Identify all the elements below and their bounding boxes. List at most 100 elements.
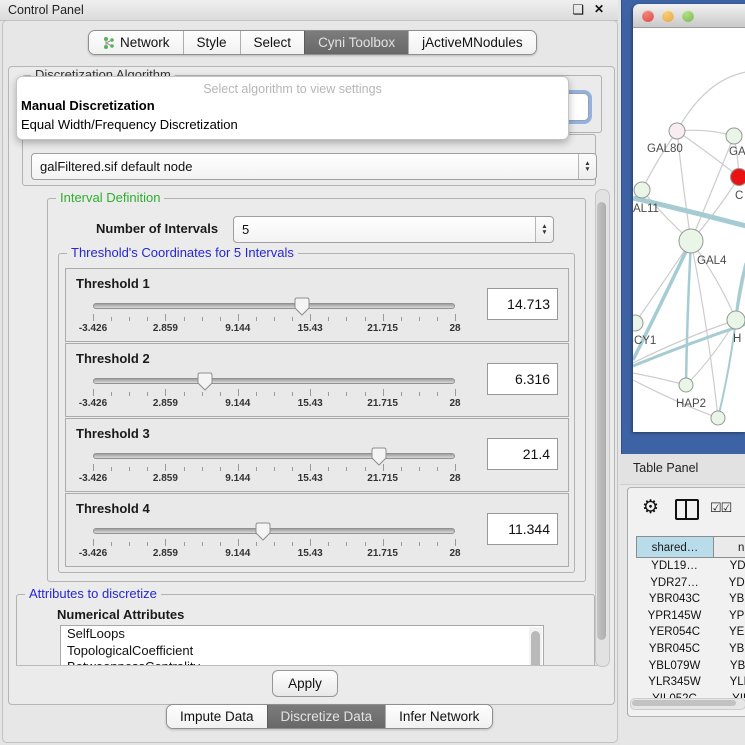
algorithm-combo-placeholder: Select algorithm to view settings bbox=[17, 82, 568, 96]
tab-select[interactable]: Select bbox=[240, 31, 305, 54]
tab-jactivemnodules[interactable]: jActiveMNodules bbox=[408, 31, 536, 54]
table-row[interactable]: YDR27…YDR2 bbox=[636, 575, 745, 592]
combo-stepper-icon[interactable]: ▲▼ bbox=[535, 217, 553, 242]
network-edge[interactable] bbox=[686, 241, 691, 385]
table-panel-toolbar: ⚙ ☑☑ bbox=[628, 488, 745, 532]
zoom-traffic-light-icon[interactable] bbox=[682, 10, 694, 22]
panel-scrollbar[interactable] bbox=[595, 189, 610, 667]
minimize-traffic-light-icon[interactable] bbox=[662, 10, 674, 22]
float-window-icon[interactable]: ❑ bbox=[572, 2, 584, 18]
table-row[interactable]: YBR045CYBR0 bbox=[636, 641, 745, 658]
close-window-icon[interactable]: ✕ bbox=[594, 2, 604, 16]
network-node[interactable] bbox=[711, 411, 725, 425]
network-edge[interactable] bbox=[691, 136, 734, 241]
network-view-window: GAL80GACGAL11GAL4GCY1HHAP2 bbox=[633, 4, 745, 432]
tab-discretize-data[interactable]: Discretize Data bbox=[267, 705, 386, 728]
network-window-titlebar bbox=[633, 4, 745, 28]
table-row[interactable]: YDL19…YDL1 bbox=[636, 558, 745, 575]
threshold-3-panel: Threshold 3 -3.4262.8599.14415.4321.7152… bbox=[65, 418, 569, 492]
network-node[interactable] bbox=[679, 378, 693, 392]
network-node[interactable] bbox=[633, 315, 643, 331]
list-scrollbar-thumb[interactable] bbox=[531, 631, 540, 666]
tab-infer-network[interactable]: Infer Network bbox=[385, 705, 492, 728]
network-icon bbox=[102, 36, 115, 50]
network-edge[interactable] bbox=[677, 72, 745, 131]
interval-definition-title: Interval Definition bbox=[56, 190, 164, 205]
slider-track[interactable] bbox=[93, 528, 455, 534]
network-node-label: C bbox=[735, 190, 743, 202]
algorithm-dropdown-popup: Select algorithm to view settings Manual… bbox=[16, 76, 569, 140]
table-row[interactable]: YBR043CYBR0 bbox=[636, 591, 745, 608]
network-node[interactable] bbox=[634, 182, 650, 198]
threshold-3-value-field[interactable] bbox=[487, 438, 558, 470]
network-edge[interactable] bbox=[691, 241, 736, 320]
close-traffic-light-icon[interactable] bbox=[642, 10, 654, 22]
settings-scroll-area: Interval Definition Number of Intervals … bbox=[16, 189, 598, 666]
slider-track[interactable] bbox=[93, 303, 455, 309]
column-header-name[interactable]: na bbox=[714, 536, 745, 558]
threshold-1-value-field[interactable] bbox=[487, 288, 558, 320]
threshold-1-slider[interactable]: -3.4262.8599.14415.4321.71528 bbox=[93, 297, 455, 335]
list-scrollbar[interactable] bbox=[529, 627, 542, 666]
table-row[interactable]: YIL052CYIL0 bbox=[636, 691, 745, 698]
panel-scrollbar-thumb[interactable] bbox=[597, 202, 606, 640]
table-row[interactable]: YLR345WYLR3 bbox=[636, 674, 745, 691]
network-edge[interactable] bbox=[633, 373, 686, 385]
threshold-2-slider[interactable]: -3.4262.8599.14415.4321.71528 bbox=[93, 372, 455, 410]
attribute-list-item[interactable]: TopologicalCoefficient bbox=[61, 643, 543, 660]
network-node[interactable] bbox=[669, 123, 685, 139]
network-node[interactable] bbox=[731, 169, 745, 186]
threshold-2-panel: Threshold 2 -3.4262.8599.14415.4321.7152… bbox=[65, 343, 569, 417]
slider-track[interactable] bbox=[93, 378, 455, 384]
network-canvas[interactable]: GAL80GACGAL11GAL4GCY1HHAP2 bbox=[633, 28, 745, 432]
column-view-icon[interactable] bbox=[675, 499, 699, 520]
network-edge[interactable] bbox=[691, 241, 718, 418]
right-region: GAL80GACGAL11GAL4GCY1HHAP2 Table Panel ⚙… bbox=[620, 0, 745, 745]
slider-track[interactable] bbox=[93, 453, 455, 459]
dropdown-option-equal-width-frequency[interactable]: Equal Width/Frequency Discretization bbox=[17, 115, 568, 134]
table-row[interactable]: YBL079WYBL0 bbox=[636, 658, 745, 675]
network-edge[interactable] bbox=[642, 131, 677, 190]
slider-ticks bbox=[93, 389, 455, 397]
table-row[interactable]: YER054CYER0 bbox=[636, 624, 745, 641]
select-columns-icon[interactable]: ☑☑ bbox=[710, 500, 731, 516]
network-node-label: HAP2 bbox=[676, 398, 706, 410]
tab-cyni-toolbox[interactable]: Cyni Toolbox bbox=[304, 31, 408, 54]
dropdown-option-manual-discretization[interactable]: Manual Discretization bbox=[17, 96, 568, 115]
apply-button[interactable]: Apply bbox=[272, 670, 338, 697]
tab-network[interactable]: Network bbox=[89, 31, 183, 54]
attribute-list-item[interactable]: SelfLoops bbox=[61, 626, 543, 643]
table-horizontal-scrollbar[interactable] bbox=[630, 698, 745, 710]
network-node[interactable] bbox=[727, 311, 745, 329]
numerical-attributes-list: SelfLoopsTopologicalCoefficientBetweenne… bbox=[60, 625, 544, 666]
attributes-group: Attributes to discretize Numerical Attri… bbox=[16, 594, 595, 666]
table-panel-titlebar: Table Panel bbox=[620, 454, 745, 485]
settings-gear-icon[interactable]: ⚙ bbox=[642, 496, 659, 519]
number-of-intervals-combo[interactable]: 5 ▲▼ bbox=[233, 216, 554, 243]
network-node-label: H bbox=[733, 333, 741, 345]
control-panel-title: Control Panel bbox=[8, 3, 84, 17]
control-panel-tab-bar: Network Style Select Cyni Toolbox jActiv… bbox=[88, 30, 537, 55]
table-horizontal-scrollbar-thumb[interactable] bbox=[632, 700, 736, 706]
network-edge[interactable] bbox=[635, 241, 691, 323]
network-edge[interactable] bbox=[677, 130, 734, 136]
network-node-label: GAL11 bbox=[633, 203, 659, 215]
attributes-group-title: Attributes to discretize bbox=[25, 586, 161, 601]
threshold-4-label: Threshold 4 bbox=[76, 501, 150, 516]
table-data-combo[interactable]: galFiltered.sif default node ▲▼ bbox=[31, 153, 597, 180]
table-header-row: shared… na bbox=[636, 536, 745, 558]
network-node[interactable] bbox=[679, 229, 703, 253]
threshold-2-value-field[interactable] bbox=[487, 363, 558, 395]
tab-style[interactable]: Style bbox=[183, 31, 240, 54]
combo-stepper-icon[interactable]: ▲▼ bbox=[578, 154, 596, 179]
threshold-4-slider[interactable]: -3.4262.8599.14415.4321.71528 bbox=[93, 522, 455, 560]
node-table: shared… na YDL19…YDL1YDR27…YDR2YBR043CYB… bbox=[636, 536, 745, 698]
table-row[interactable]: YPR145WYPR1 bbox=[636, 608, 745, 625]
table-panel: ⚙ ☑☑ shared… na YDL19…YDL1YDR27…YDR2YBR0… bbox=[627, 487, 745, 717]
threshold-3-slider[interactable]: -3.4262.8599.14415.4321.71528 bbox=[93, 447, 455, 485]
threshold-4-value-field[interactable] bbox=[487, 513, 558, 545]
network-node-label: GAL80 bbox=[647, 143, 683, 155]
tab-impute-data[interactable]: Impute Data bbox=[167, 705, 267, 728]
network-node[interactable] bbox=[726, 128, 742, 144]
column-header-shared-name[interactable]: shared… bbox=[636, 536, 714, 558]
